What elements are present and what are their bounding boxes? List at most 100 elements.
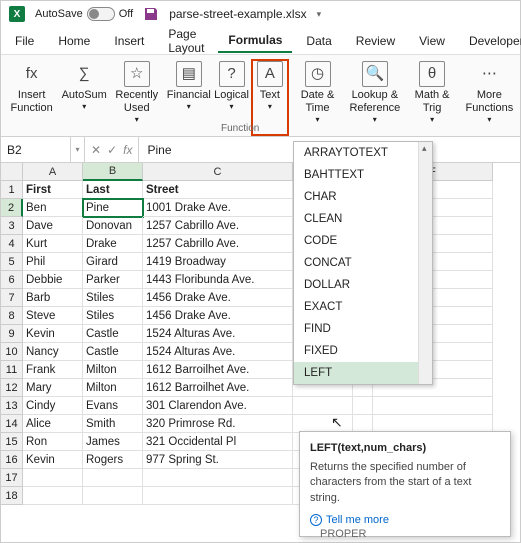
name-box[interactable]: B2 — [1, 137, 71, 162]
row-header-10[interactable]: 10 — [1, 343, 23, 361]
row-header-18[interactable]: 18 — [1, 487, 23, 505]
column-header-B[interactable]: B — [83, 163, 143, 181]
menu-tab-home[interactable]: Home — [48, 30, 100, 52]
cell[interactable]: Kurt — [23, 235, 83, 253]
row-header-12[interactable]: 12 — [1, 379, 23, 397]
cell[interactable]: 1524 Alturas Ave. — [143, 325, 293, 343]
cell[interactable]: 1443 Floribunda Ave. — [143, 271, 293, 289]
cell[interactable]: 1257 Cabrillo Ave. — [143, 217, 293, 235]
cell[interactable]: 1612 Barroilhet Ave. — [143, 379, 293, 397]
row-header-1[interactable]: 1 — [1, 181, 23, 199]
cell[interactable] — [353, 397, 373, 415]
cell[interactable]: Ben — [23, 199, 83, 217]
cell[interactable] — [143, 469, 293, 487]
cell[interactable]: 1001 Drake Ave. — [143, 199, 293, 217]
cell[interactable]: Debbie — [23, 271, 83, 289]
dropdown-item-code[interactable]: CODE — [294, 230, 432, 252]
cell[interactable] — [143, 487, 293, 505]
row-header-9[interactable]: 9 — [1, 325, 23, 343]
cell[interactable]: Last — [83, 181, 143, 199]
cell[interactable]: Evans — [83, 397, 143, 415]
cell[interactable]: Kevin — [23, 451, 83, 469]
row-header-6[interactable]: 6 — [1, 271, 23, 289]
dropdown-scrollbar[interactable] — [418, 142, 432, 384]
ribbon-recently-used-button[interactable]: ☆Recently Used▾ — [108, 59, 165, 136]
cell[interactable]: James — [83, 433, 143, 451]
cell[interactable] — [23, 487, 83, 505]
cell[interactable]: Milton — [83, 379, 143, 397]
cell[interactable]: 977 Spring St. — [143, 451, 293, 469]
cell[interactable]: Donovan — [83, 217, 143, 235]
menu-tab-insert[interactable]: Insert — [104, 30, 154, 52]
menu-tab-developer[interactable]: Developer — [459, 30, 521, 52]
dropdown-item-char[interactable]: CHAR — [294, 186, 432, 208]
cell[interactable]: 301 Clarendon Ave. — [143, 397, 293, 415]
cell[interactable]: 1419 Broadway — [143, 253, 293, 271]
row-header-14[interactable]: 14 — [1, 415, 23, 433]
cell[interactable]: 320 Primrose Rd. — [143, 415, 293, 433]
dropdown-item-fixed[interactable]: FIXED — [294, 340, 432, 362]
cell[interactable]: Ron — [23, 433, 83, 451]
cell[interactable] — [293, 397, 353, 415]
cell[interactable]: Pine — [83, 199, 143, 217]
ribbon-lookup-reference-button[interactable]: 🔍Lookup & Reference▾ — [346, 59, 403, 136]
row-header-7[interactable]: 7 — [1, 289, 23, 307]
dropdown-item-arraytotext[interactable]: ARRAYTOTEXT — [294, 142, 432, 164]
row-header-16[interactable]: 16 — [1, 451, 23, 469]
tell-me-more-link[interactable]: ? Tell me more — [310, 514, 500, 526]
cell[interactable]: 1612 Barroilhet Ave. — [143, 361, 293, 379]
cell[interactable]: Barb — [23, 289, 83, 307]
cell[interactable]: Kevin — [23, 325, 83, 343]
cell[interactable]: Castle — [83, 343, 143, 361]
cell[interactable]: Mary — [23, 379, 83, 397]
filename-dropdown-icon[interactable]: ▾ — [317, 9, 322, 20]
menu-tab-review[interactable]: Review — [346, 30, 405, 52]
cell[interactable] — [83, 487, 143, 505]
cell[interactable]: Street — [143, 181, 293, 199]
cell[interactable]: Dave — [23, 217, 83, 235]
cell[interactable] — [23, 469, 83, 487]
menu-tab-view[interactable]: View — [409, 30, 455, 52]
row-header-15[interactable]: 15 — [1, 433, 23, 451]
cell[interactable]: 1456 Drake Ave. — [143, 289, 293, 307]
menu-tab-file[interactable]: File — [5, 30, 44, 52]
ribbon-more-functions-button[interactable]: ⋯More Functions▾ — [461, 59, 518, 136]
toggle-switch-icon[interactable] — [87, 7, 115, 21]
column-header-C[interactable]: C — [143, 163, 293, 181]
cell[interactable]: Frank — [23, 361, 83, 379]
cell[interactable]: Phil — [23, 253, 83, 271]
dropdown-item-bahttext[interactable]: BAHTTEXT — [294, 164, 432, 186]
cell[interactable]: 321 Occidental Pl — [143, 433, 293, 451]
dropdown-item-concat[interactable]: CONCAT — [294, 252, 432, 274]
cell[interactable]: Stiles — [83, 289, 143, 307]
menu-tab-formulas[interactable]: Formulas — [218, 29, 292, 53]
row-header-8[interactable]: 8 — [1, 307, 23, 325]
dropdown-item-clean[interactable]: CLEAN — [294, 208, 432, 230]
ribbon-autosum-button[interactable]: ∑AutoSum▾ — [60, 59, 108, 136]
cell[interactable]: Nancy — [23, 343, 83, 361]
cell[interactable]: Steve — [23, 307, 83, 325]
row-header-13[interactable]: 13 — [1, 397, 23, 415]
cell[interactable]: 1524 Alturas Ave. — [143, 343, 293, 361]
fx-icon[interactable]: fx — [123, 143, 132, 157]
ribbon-math-trig-button[interactable]: θMath & Trig▾ — [403, 59, 460, 136]
cell[interactable]: Girard — [83, 253, 143, 271]
ribbon-insert-function-button[interactable]: fxInsert Function — [3, 59, 60, 136]
menu-tab-data[interactable]: Data — [296, 30, 341, 52]
filename-label[interactable]: parse-street-example.xlsx — [169, 7, 306, 21]
cell[interactable] — [83, 469, 143, 487]
namebox-dropdown-icon[interactable]: ▾ — [71, 137, 85, 162]
row-header-11[interactable]: 11 — [1, 361, 23, 379]
dropdown-item-dollar[interactable]: DOLLAR — [294, 274, 432, 296]
cell[interactable]: Rogers — [83, 451, 143, 469]
enter-icon[interactable]: ✓ — [107, 143, 117, 157]
cell[interactable]: Parker — [83, 271, 143, 289]
cell[interactable]: Stiles — [83, 307, 143, 325]
menu-tab-page-layout[interactable]: Page Layout — [158, 23, 214, 59]
row-header-5[interactable]: 5 — [1, 253, 23, 271]
row-header-3[interactable]: 3 — [1, 217, 23, 235]
cell[interactable]: Smith — [83, 415, 143, 433]
cell[interactable]: Drake — [83, 235, 143, 253]
cancel-icon[interactable]: ✕ — [91, 143, 101, 157]
dropdown-item-find[interactable]: FIND — [294, 318, 432, 340]
